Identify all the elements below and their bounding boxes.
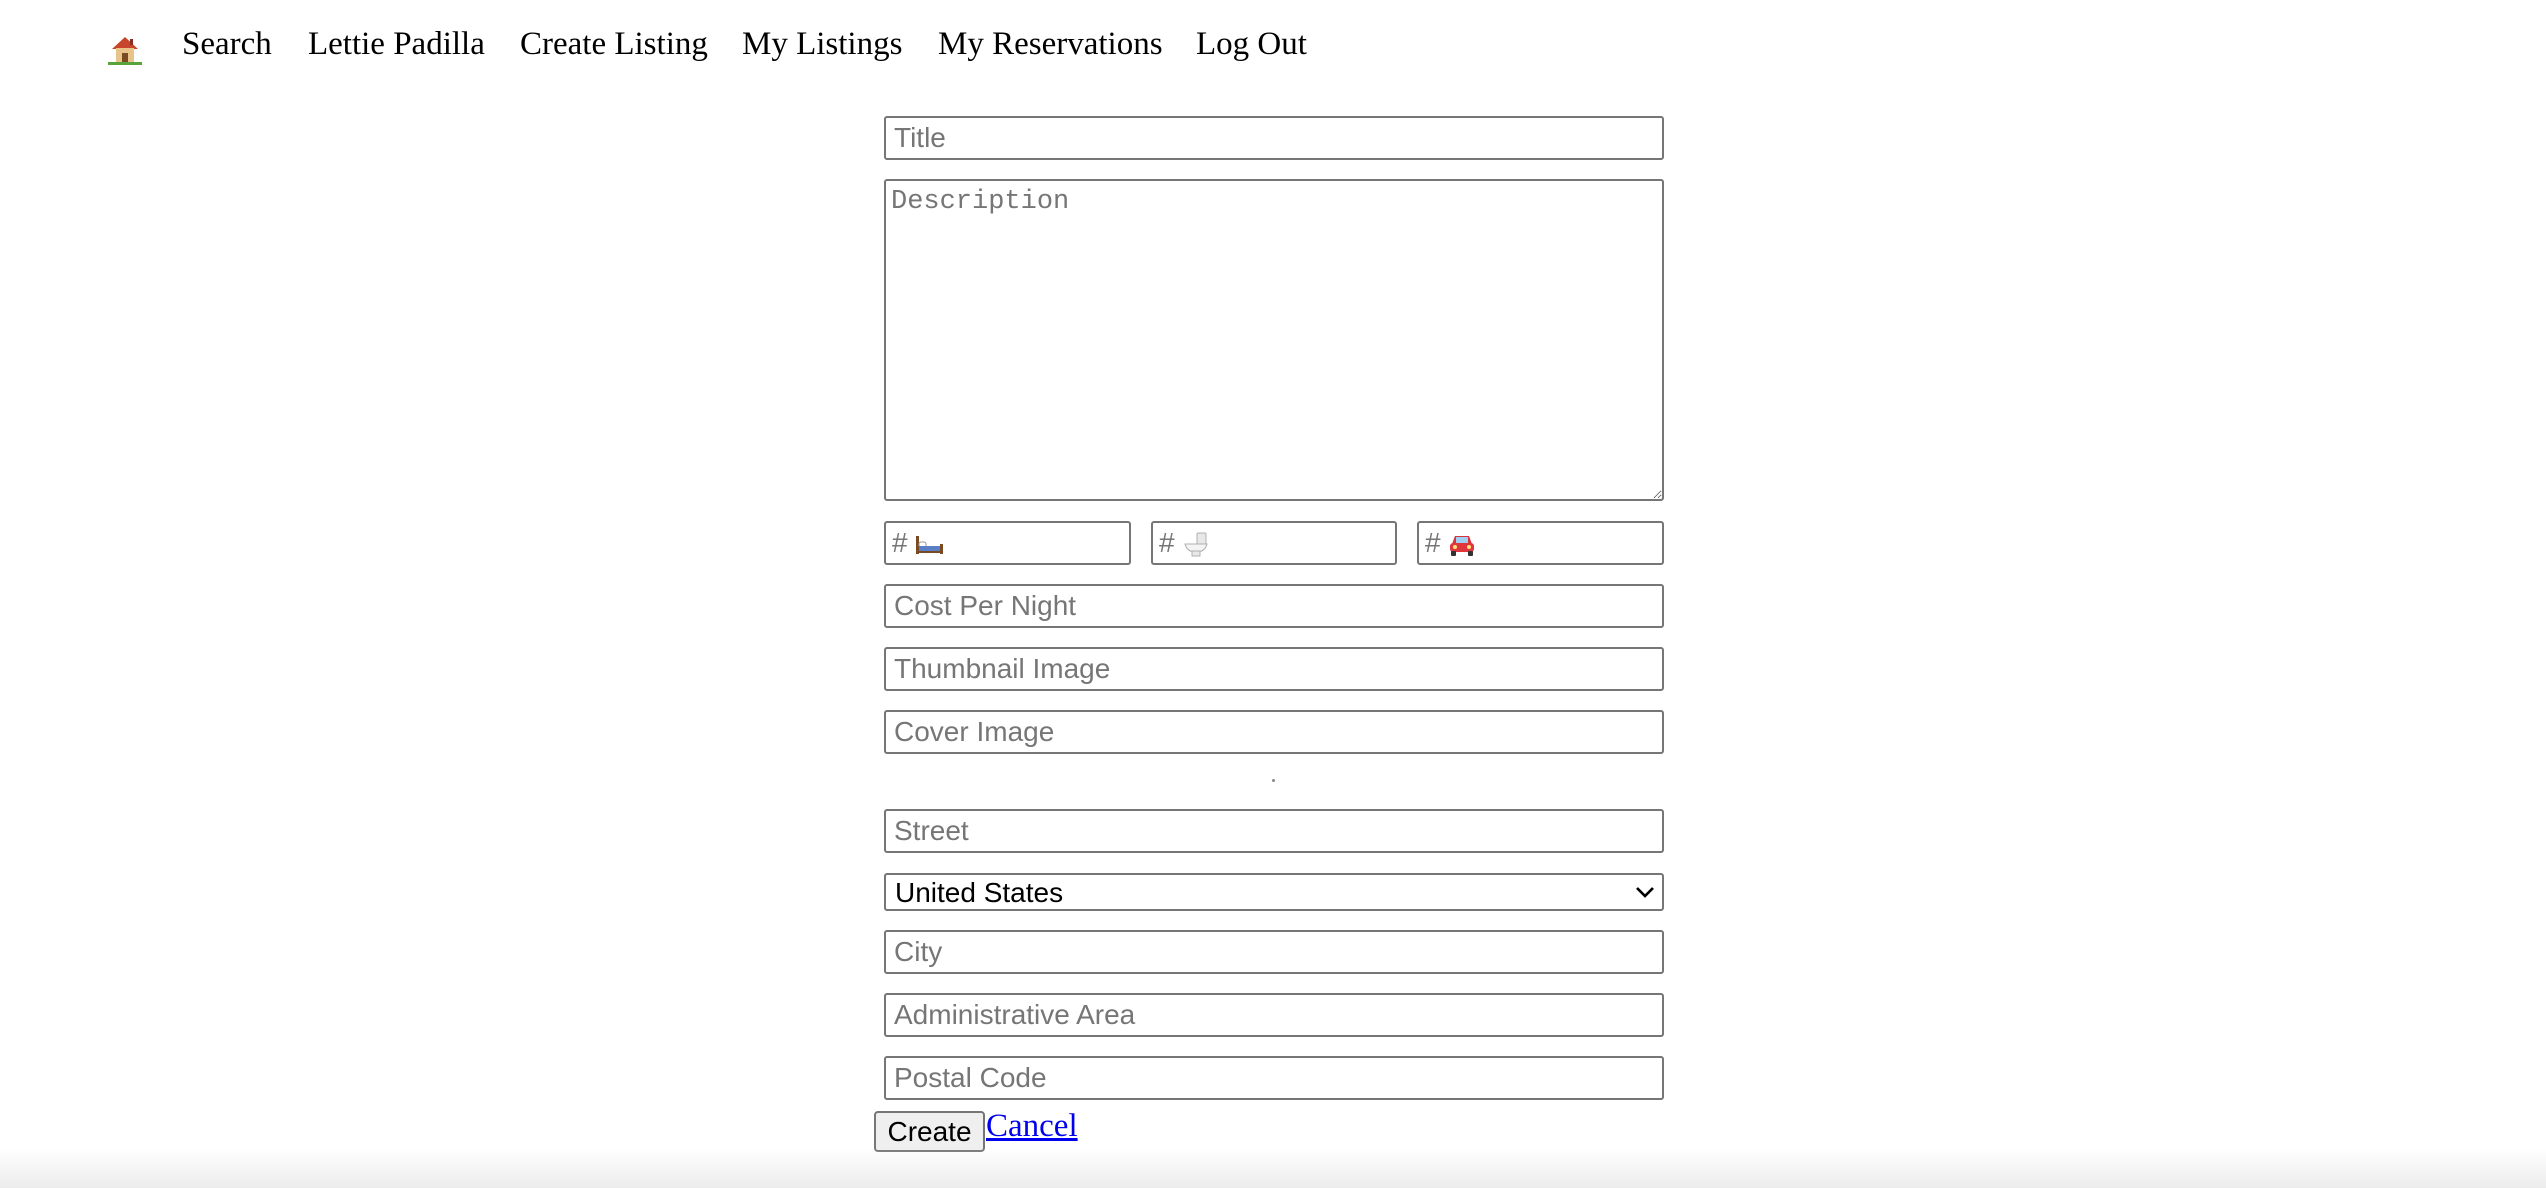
cost-per-night-input[interactable] [884, 584, 1664, 628]
nav-profile-link[interactable]: Lettie Padilla [308, 26, 485, 62]
thumbnail-image-input[interactable] [884, 647, 1664, 691]
toilet-icon [1184, 532, 1208, 557]
administrative-area-input[interactable] [884, 993, 1664, 1037]
bedrooms-input[interactable]: # [884, 521, 1131, 565]
bed-icon [916, 536, 943, 554]
create-button[interactable]: Create [874, 1111, 985, 1152]
bedrooms-prefix: # [892, 527, 908, 558]
city-input[interactable] [884, 930, 1664, 974]
window-bottom-shadow [0, 1148, 2546, 1188]
nav-create-listing-link[interactable]: Create Listing [520, 26, 708, 62]
separator-dot [1272, 779, 1275, 782]
parking-input[interactable]: # [1417, 521, 1664, 565]
postal-code-input[interactable] [884, 1056, 1664, 1100]
nav-my-listings-link[interactable]: My Listings [742, 26, 902, 62]
parking-prefix: # [1425, 527, 1441, 558]
street-input[interactable] [884, 809, 1664, 853]
description-textarea[interactable] [884, 179, 1664, 501]
country-select[interactable]: United States [884, 873, 1664, 911]
home-icon[interactable] [108, 32, 142, 66]
cover-image-input[interactable] [884, 710, 1664, 754]
nav-logout-link[interactable]: Log Out [1196, 26, 1307, 62]
nav-my-reservations-link[interactable]: My Reservations [938, 26, 1163, 62]
car-icon [1450, 536, 1474, 556]
nav-search-link[interactable]: Search [182, 26, 272, 62]
bathrooms-input[interactable]: # [1151, 521, 1397, 565]
chevron-down-icon [1636, 887, 1654, 898]
top-nav: Search Lettie Padilla Create Listing My … [0, 0, 2546, 100]
country-select-value: United States [895, 877, 1064, 908]
cancel-link[interactable]: Cancel [986, 1108, 1078, 1145]
bathrooms-prefix: # [1159, 527, 1175, 558]
title-input[interactable] [884, 116, 1664, 160]
